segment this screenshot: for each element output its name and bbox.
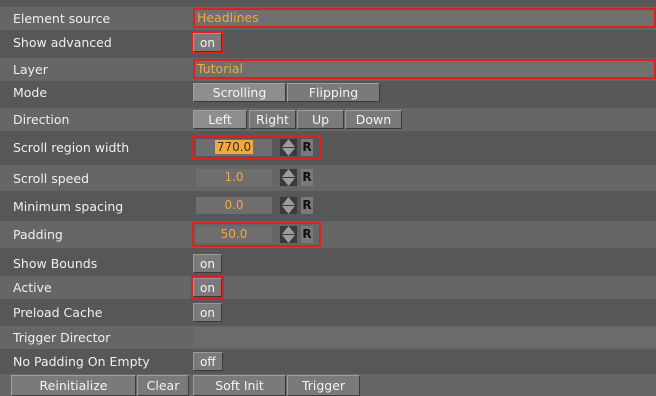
padding-reset-button[interactable]: R [301, 226, 313, 243]
minimum-spacing-spinner[interactable] [280, 197, 297, 214]
element-source-field[interactable]: Headlines [193, 8, 656, 28]
label-show-advanced: Show advanced [13, 35, 112, 50]
label-scroll-region-width: Scroll region width [13, 140, 130, 155]
spin-up-icon[interactable] [282, 197, 295, 205]
show-advanced-toggle[interactable]: on [193, 33, 222, 52]
label-layer: Layer [13, 62, 48, 77]
row-trigger-director: Trigger Director [0, 326, 656, 349]
scroll-speed-control: 1.0 R [193, 166, 320, 189]
action-buttons-row: Reinitialize Clear Soft Init Trigger [0, 374, 656, 396]
spin-up-icon[interactable] [282, 139, 295, 147]
label-preload-cache: Preload Cache [13, 305, 103, 320]
layer-field[interactable]: Tutorial [193, 59, 656, 79]
padding-input[interactable]: 50.0 [196, 226, 272, 243]
minimum-spacing-reset-button[interactable]: R [301, 197, 313, 214]
show-bounds-toggle[interactable]: on [193, 254, 222, 273]
label-scroll-speed: Scroll speed [13, 171, 90, 186]
active-toggle[interactable]: on [193, 278, 222, 297]
row-active: Active on [0, 276, 656, 299]
direction-up-button[interactable]: Up [297, 110, 344, 129]
spin-up-icon[interactable] [282, 226, 295, 234]
label-show-bounds: Show Bounds [13, 256, 98, 271]
scroll-speed-reset-button[interactable]: R [301, 169, 313, 186]
label-trigger-director: Trigger Director [13, 330, 111, 345]
padding-control: 50.0 R [192, 222, 321, 247]
spin-down-icon[interactable] [282, 178, 295, 186]
label-padding: Padding [13, 227, 63, 242]
spin-down-icon[interactable] [282, 206, 295, 214]
properties-panel: Element source Headlines Show advanced o… [0, 0, 656, 396]
label-active: Active [13, 280, 52, 295]
direction-left-button[interactable]: Left [193, 110, 247, 129]
scroll-region-width-spinner[interactable] [280, 139, 297, 156]
label-no-padding-on-empty: No Padding On Empty [13, 354, 150, 369]
scroll-region-width-input[interactable]: 770.0 [196, 139, 272, 156]
soft-init-button[interactable]: Soft Init [193, 375, 286, 396]
label-minimum-spacing: Minimum spacing [13, 199, 124, 214]
row-no-padding-on-empty: No Padding On Empty off [0, 350, 656, 373]
label-element-source: Element source [13, 11, 111, 26]
scroll-region-width-value: 770.0 [214, 140, 254, 154]
row-scroll-speed: Scroll speed 1.0 R [0, 165, 656, 191]
row-padding: Padding 50.0 R [0, 221, 656, 248]
mode-flipping-button[interactable]: Flipping [287, 83, 380, 102]
scroll-speed-input[interactable]: 1.0 [196, 169, 272, 186]
minimum-spacing-control: 0.0 R [193, 194, 320, 217]
clear-button[interactable]: Clear [137, 375, 189, 396]
row-direction: Direction Left Right Up Down [0, 108, 656, 131]
row-preload-cache: Preload Cache on [0, 301, 656, 324]
direction-down-button[interactable]: Down [345, 110, 402, 129]
label-direction: Direction [13, 112, 70, 127]
row-show-bounds: Show Bounds on [0, 252, 656, 275]
minimum-spacing-input[interactable]: 0.0 [196, 197, 272, 214]
row-mode: Mode Scrolling Flipping [0, 81, 656, 104]
scroll-speed-spinner[interactable] [280, 169, 297, 186]
row-minimum-spacing: Minimum spacing 0.0 R [0, 193, 656, 219]
scroll-region-width-control: 770.0 R [192, 135, 321, 160]
row-layer: Layer Tutorial [0, 58, 656, 81]
spin-down-icon[interactable] [282, 148, 295, 156]
spin-up-icon[interactable] [282, 169, 295, 177]
no-padding-on-empty-toggle[interactable]: off [193, 352, 223, 371]
preload-cache-toggle[interactable]: on [193, 303, 222, 322]
reinitialize-button[interactable]: Reinitialize [11, 375, 136, 396]
row-element-source: Element source Headlines [0, 7, 656, 30]
row-scroll-region-width: Scroll region width 770.0 R [0, 135, 656, 161]
label-mode: Mode [13, 85, 48, 100]
direction-right-button[interactable]: Right [249, 110, 296, 129]
row-show-advanced: Show advanced on [0, 31, 656, 54]
mode-scrolling-button[interactable]: Scrolling [193, 83, 286, 102]
padding-spinner[interactable] [280, 226, 297, 243]
scroll-region-width-reset-button[interactable]: R [301, 139, 313, 156]
trigger-director-field[interactable] [193, 327, 656, 347]
spin-down-icon[interactable] [282, 235, 295, 243]
trigger-button[interactable]: Trigger [287, 375, 360, 396]
